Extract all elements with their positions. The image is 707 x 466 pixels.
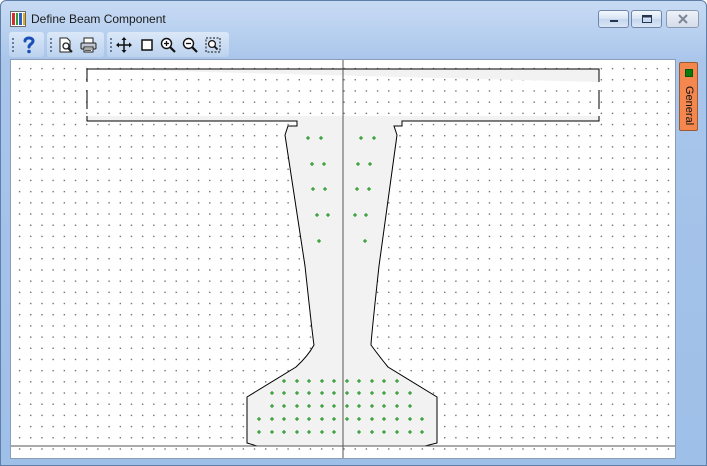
zoom-in-button[interactable] [158,35,178,55]
print-button[interactable] [78,35,98,55]
window-title: Define Beam Component [31,12,166,26]
pan-button[interactable] [114,35,134,55]
minimize-icon [609,20,618,22]
side-tab-general[interactable]: General [679,62,698,131]
drawing-canvas[interactable] [10,59,676,459]
help-icon [23,36,35,54]
zoom-in-icon [160,37,176,53]
select-box-button[interactable] [137,35,157,55]
toolbar-grip[interactable] [50,37,52,53]
minimize-button[interactable] [598,10,629,28]
toolbar-group-print [47,32,104,57]
zoom-out-button[interactable] [180,35,200,55]
close-button[interactable] [666,10,699,28]
print-preview-icon [59,37,73,53]
beam-section-drawing [11,60,675,458]
print-preview-button[interactable] [56,35,76,55]
zoom-extents-button[interactable] [203,35,223,55]
rectangle-icon [141,39,153,51]
status-bar [10,459,700,466]
printer-icon [80,37,96,53]
pan-icon [116,37,132,53]
close-icon [677,14,688,24]
toolbar-group-help [9,32,44,57]
zoom-out-icon [182,37,198,53]
toolbar-grip[interactable] [12,37,14,53]
maximize-icon [641,15,652,23]
toolbar [9,32,229,58]
toolbar-grip[interactable] [110,37,112,53]
side-tab-label: General [683,86,695,126]
maximize-button[interactable] [631,10,662,28]
define-beam-component-window: Define Beam Component General [0,0,707,466]
help-button[interactable] [19,35,39,55]
title-bar[interactable]: Define Beam Component [1,1,706,31]
zoom-extents-icon [205,37,221,53]
toolbar-group-view [107,32,229,57]
app-icon [10,11,26,27]
general-tab-marker [685,69,693,77]
